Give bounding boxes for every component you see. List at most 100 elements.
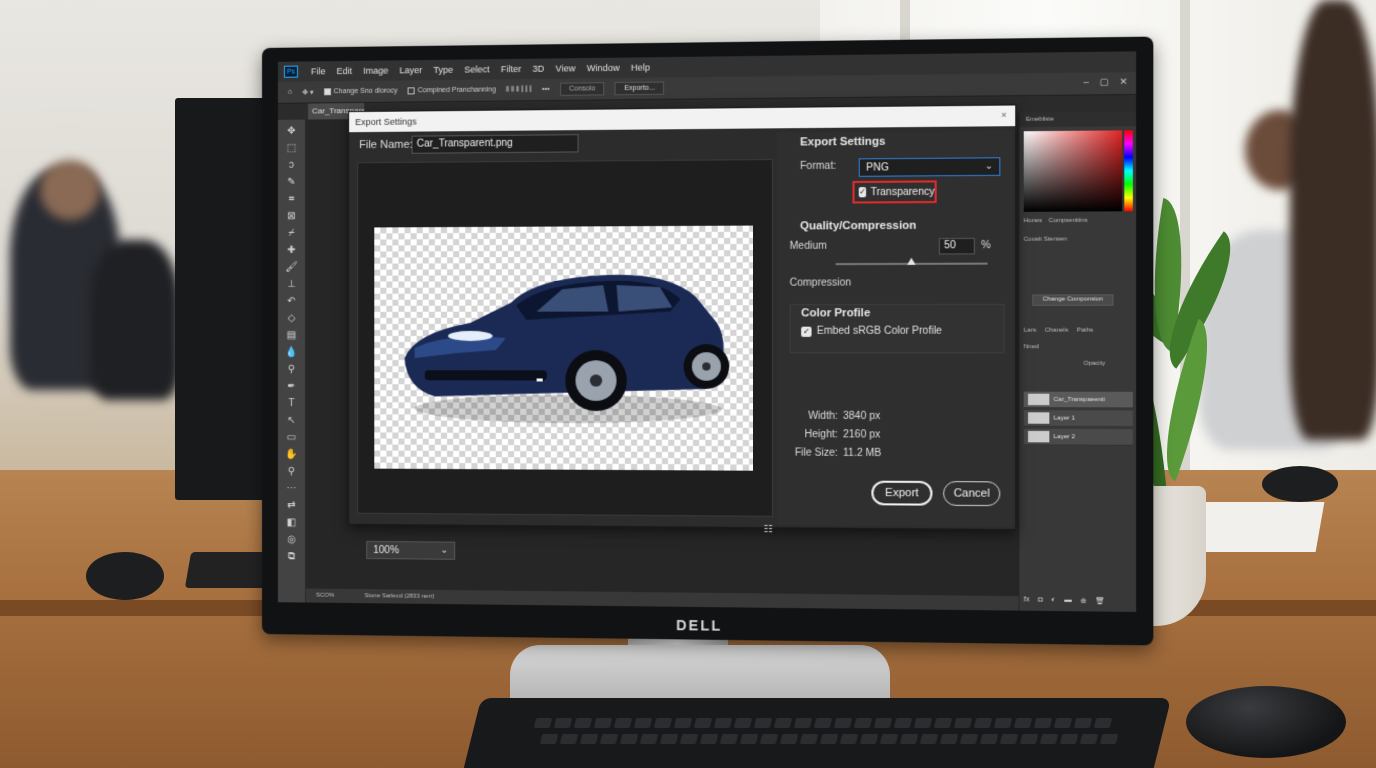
paper-sheet [1195,502,1325,552]
move-tool-icon[interactable]: ✥ ▾ [302,88,313,96]
quick-select-icon[interactable]: ✎ [283,175,299,189]
keyboard-key [759,734,779,744]
rectangle-icon[interactable]: ▭ [283,430,299,444]
keyboard-key [553,718,573,728]
cancel-button[interactable]: Cancel [943,481,1001,507]
option-checkbox-2[interactable]: Compined Pranchanning [407,86,496,95]
keyboard-key [1079,734,1099,744]
dodge-icon[interactable]: ⚲ [283,362,299,376]
status-info: Stone Sarlecd (2833 nerr) [364,593,435,600]
close-window-icon[interactable]: ✕ [1119,76,1127,88]
keyboard-key [1093,718,1113,728]
export-settings-dialog: Export Settings × File Name: Car_Transpa… [348,104,1017,560]
type-icon[interactable]: T [283,396,299,410]
export-button[interactable]: Export [871,480,933,506]
home-icon[interactable]: ⌂ [288,89,292,96]
maximize-icon[interactable]: ▢ [1100,77,1109,89]
transparency-checkbox[interactable]: ✓ Transparency [852,180,937,204]
close-icon[interactable]: × [1001,110,1007,120]
keyboard-key [733,718,753,728]
keyboard-key [1019,734,1039,744]
adjustment-icon[interactable]: ◐ [1051,597,1056,605]
background-mouse [86,552,164,600]
tab-layers[interactable]: Lars [1024,328,1036,334]
background-person [90,240,180,400]
gradient-icon[interactable]: ▤ [283,328,299,342]
tab-channels[interactable]: Chanels [1045,328,1069,334]
keyboard-key [799,734,819,744]
quality-value-input[interactable]: 50 [938,237,975,255]
menu-edit[interactable]: Edit [337,66,353,76]
keyboard-key [739,734,759,744]
move-icon[interactable]: ✥ [283,124,299,138]
keyboard-key [953,718,973,728]
fx-icon[interactable]: fx [1024,596,1030,604]
crop-icon[interactable]: ⌗ [283,192,299,206]
more-icon[interactable]: ••• [542,86,550,93]
menu-layer[interactable]: Layer [400,65,423,75]
layers-panel-tabs: Lars Chanels Paths [1024,328,1093,334]
minimize-icon[interactable]: – [1083,77,1088,88]
monitor-brand-logo: DELL [676,616,723,634]
menu-3d[interactable]: 3D [533,64,545,74]
tab-paths[interactable]: Paths [1077,328,1093,334]
stamp-icon[interactable]: ⊥ [283,277,299,291]
align-icons[interactable]: ⫴ ⫴ ⫴ ⫿ ⫿ ⫿ [506,86,532,94]
more-tools-icon[interactable]: ⋯ [283,481,299,495]
keyboard-key [779,734,799,744]
tab-color[interactable]: Emebliste [1026,116,1054,122]
blend-mode-select[interactable]: Nned [1024,344,1039,350]
menu-help[interactable]: Help [631,62,650,72]
menu-view[interactable]: View [556,63,576,73]
file-name-input[interactable]: Car_Transparent.png [411,134,579,154]
layer-row[interactable]: Layer 1 [1023,410,1133,428]
folder-icon[interactable]: ▬ [1064,597,1071,605]
screen-mode-icon[interactable]: ⧉ [283,549,299,563]
format-select[interactable]: PNG ⌄ [858,157,1001,177]
lasso-icon[interactable]: ↄ [283,158,299,172]
path-select-icon[interactable]: ↖ [283,413,299,427]
eyedropper-icon[interactable]: ⌿ [283,226,299,240]
quality-slider-thumb[interactable] [907,257,916,265]
color-picker-field[interactable] [1023,130,1123,212]
keyboard-key [693,718,713,728]
hue-slider[interactable] [1124,130,1133,212]
grid-view-icon[interactable]: ☷ [764,524,773,535]
menu-image[interactable]: Image [363,65,388,75]
embed-srgb-checkbox[interactable]: ✓ Embed sRGB Color Profile [801,326,942,337]
zoom-select[interactable]: 100% ⌄ [366,540,456,560]
export-options-button[interactable]: Exporto... [614,81,665,96]
brush-icon[interactable]: 🖌 [283,260,299,274]
marquee-icon[interactable]: ⬚ [283,141,299,155]
keyboard-key [1059,734,1079,744]
console-button[interactable]: Consolo [559,82,605,96]
quick-mask-icon[interactable]: ◎ [283,532,299,546]
hand-icon[interactable]: ✋ [283,447,299,461]
eraser-icon[interactable]: ◇ [283,311,299,325]
menu-select[interactable]: Select [464,64,489,74]
new-layer-icon[interactable]: ⊕ [1080,597,1086,605]
swap-colors-icon[interactable]: ⇄ [283,498,299,512]
option-checkbox-1[interactable]: Change Sno dlorocy [323,88,397,96]
menu-type[interactable]: Type [433,65,453,75]
trash-icon[interactable]: 🗑 [1095,597,1105,605]
blur-icon[interactable]: 💧 [283,345,299,359]
history-brush-icon[interactable]: ↶ [283,294,299,308]
dialog-title: Export Settings [349,105,1016,133]
menu-filter[interactable]: Filter [501,64,521,74]
layer-row[interactable]: Car_Transpaeenti [1023,391,1133,409]
quality-heading: Quality/Compression [800,219,917,233]
keyboard-key [613,718,633,728]
color-swatches-icon[interactable]: ◧ [283,515,299,529]
menu-file[interactable]: File [311,66,326,76]
change-composition-button[interactable]: Change Componsion [1032,294,1114,306]
zoom-icon[interactable]: ⚲ [283,464,299,478]
preview-transparent-image [374,225,754,471]
layer-row[interactable]: Layer 2 [1023,428,1133,446]
photoshop-logo-icon: Ps [283,65,298,78]
healing-icon[interactable]: ✚ [283,243,299,257]
frame-icon[interactable]: ⊠ [283,209,299,223]
menu-window[interactable]: Window [587,63,620,74]
pen-icon[interactable]: ✒ [283,379,299,393]
mask-icon[interactable]: ◘ [1038,596,1043,604]
